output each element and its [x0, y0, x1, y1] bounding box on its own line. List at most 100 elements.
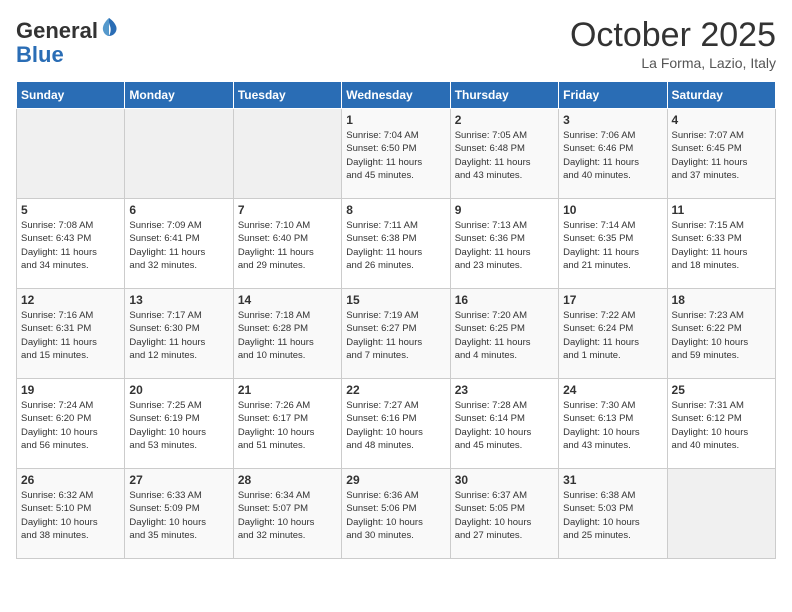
calendar-cell: 5 Sunrise: 7:08 AM Sunset: 6:43 PM Daylig… [17, 199, 125, 289]
calendar-week-row: 12 Sunrise: 7:16 AM Sunset: 6:31 PM Dayli… [17, 289, 776, 379]
month-title: October 2025 [570, 16, 776, 55]
day-info: Sunrise: 6:38 AM Sunset: 5:03 PM Dayligh… [563, 489, 662, 542]
day-info: Sunrise: 7:11 AM Sunset: 6:38 PM Dayligh… [346, 219, 445, 272]
weekday-header-monday: Monday [125, 82, 233, 109]
day-info: Sunrise: 7:05 AM Sunset: 6:48 PM Dayligh… [455, 129, 554, 182]
day-info: Sunrise: 7:26 AM Sunset: 6:17 PM Dayligh… [238, 399, 337, 452]
day-info: Sunrise: 7:31 AM Sunset: 6:12 PM Dayligh… [672, 399, 771, 452]
calendar-cell: 27Sunrise: 6:33 AM Sunset: 5:09 PM Dayli… [125, 469, 233, 559]
location: La Forma, Lazio, Italy [570, 55, 776, 71]
day-number: 15 [346, 293, 445, 307]
day-number: 3 [563, 113, 662, 127]
day-info: Sunrise: 7:18 AM Sunset: 6:28 PM Dayligh… [238, 309, 337, 362]
day-info: Sunrise: 7:23 AM Sunset: 6:22 PM Dayligh… [672, 309, 771, 362]
calendar-cell [125, 109, 233, 199]
calendar-cell: 15 Sunrise: 7:19 AM Sunset: 6:27 PM Dayli… [342, 289, 450, 379]
calendar-cell: 26 Sunrise: 6:32 AM Sunset: 5:10 PM Dayli… [17, 469, 125, 559]
day-number: 24 [563, 383, 662, 397]
day-number: 1 [346, 113, 445, 127]
day-info: Sunrise: 7:24 AM Sunset: 6:20 PM Dayligh… [21, 399, 120, 452]
logo: General Blue [16, 16, 118, 67]
weekday-header-wednesday: Wednesday [342, 82, 450, 109]
day-number: 27 [129, 473, 228, 487]
calendar-cell: 31 Sunrise: 6:38 AM Sunset: 5:03 PM Dayli… [559, 469, 667, 559]
calendar-cell: 30 Sunrise: 6:37 AM Sunset: 5:05 PM Dayli… [450, 469, 558, 559]
day-number: 22 [346, 383, 445, 397]
day-number: 8 [346, 203, 445, 217]
calendar-cell: 2 Sunrise: 7:05 AM Sunset: 6:48 PM Daylig… [450, 109, 558, 199]
weekday-header-tuesday: Tuesday [233, 82, 341, 109]
calendar-cell: 22 Sunrise: 7:27 AM Sunset: 6:16 PM Dayli… [342, 379, 450, 469]
calendar-cell: 3 Sunrise: 7:06 AM Sunset: 6:46 PM Daylig… [559, 109, 667, 199]
calendar-cell: 7Sunrise: 7:10 AM Sunset: 6:40 PM Daylig… [233, 199, 341, 289]
calendar-table: SundayMondayTuesdayWednesdayThursdayFrid… [16, 81, 776, 559]
day-number: 17 [563, 293, 662, 307]
calendar-cell [17, 109, 125, 199]
day-number: 6 [129, 203, 228, 217]
calendar-cell: 23Sunrise: 7:28 AM Sunset: 6:14 PM Dayli… [450, 379, 558, 469]
day-info: Sunrise: 7:16 AM Sunset: 6:31 PM Dayligh… [21, 309, 120, 362]
day-number: 10 [563, 203, 662, 217]
logo-bird-icon [100, 16, 118, 38]
title-block: October 2025 La Forma, Lazio, Italy [570, 16, 776, 71]
day-number: 18 [672, 293, 771, 307]
day-info: Sunrise: 7:10 AM Sunset: 6:40 PM Dayligh… [238, 219, 337, 272]
calendar-header-row: SundayMondayTuesdayWednesdayThursdayFrid… [17, 82, 776, 109]
day-number: 13 [129, 293, 228, 307]
calendar-cell: 6Sunrise: 7:09 AM Sunset: 6:41 PM Daylig… [125, 199, 233, 289]
calendar-cell: 25 Sunrise: 7:31 AM Sunset: 6:12 PM Dayli… [667, 379, 775, 469]
calendar-cell: 14 Sunrise: 7:18 AM Sunset: 6:28 PM Dayli… [233, 289, 341, 379]
calendar-cell: 1 Sunrise: 7:04 AM Sunset: 6:50 PM Daylig… [342, 109, 450, 199]
day-number: 2 [455, 113, 554, 127]
day-number: 29 [346, 473, 445, 487]
day-info: Sunrise: 7:27 AM Sunset: 6:16 PM Dayligh… [346, 399, 445, 452]
day-number: 31 [563, 473, 662, 487]
day-info: Sunrise: 7:13 AM Sunset: 6:36 PM Dayligh… [455, 219, 554, 272]
day-info: Sunrise: 7:22 AM Sunset: 6:24 PM Dayligh… [563, 309, 662, 362]
day-number: 23 [455, 383, 554, 397]
day-info: Sunrise: 7:17 AM Sunset: 6:30 PM Dayligh… [129, 309, 228, 362]
day-number: 12 [21, 293, 120, 307]
calendar-week-row: 5 Sunrise: 7:08 AM Sunset: 6:43 PM Daylig… [17, 199, 776, 289]
calendar-week-row: 26 Sunrise: 6:32 AM Sunset: 5:10 PM Dayli… [17, 469, 776, 559]
calendar-cell: 19Sunrise: 7:24 AM Sunset: 6:20 PM Dayli… [17, 379, 125, 469]
day-info: Sunrise: 7:19 AM Sunset: 6:27 PM Dayligh… [346, 309, 445, 362]
calendar-cell: 24Sunrise: 7:30 AM Sunset: 6:13 PM Dayli… [559, 379, 667, 469]
page-header: General Blue October 2025 La Forma, Lazi… [16, 16, 776, 71]
calendar-cell: 16 Sunrise: 7:20 AM Sunset: 6:25 PM Dayli… [450, 289, 558, 379]
calendar-cell: 11Sunrise: 7:15 AM Sunset: 6:33 PM Dayli… [667, 199, 775, 289]
day-number: 26 [21, 473, 120, 487]
calendar-cell: 8 Sunrise: 7:11 AM Sunset: 6:38 PM Daylig… [342, 199, 450, 289]
logo-blue: Blue [16, 42, 64, 67]
day-number: 20 [129, 383, 228, 397]
day-info: Sunrise: 7:08 AM Sunset: 6:43 PM Dayligh… [21, 219, 120, 272]
day-number: 25 [672, 383, 771, 397]
day-info: Sunrise: 6:32 AM Sunset: 5:10 PM Dayligh… [21, 489, 120, 542]
day-number: 4 [672, 113, 771, 127]
day-info: Sunrise: 7:20 AM Sunset: 6:25 PM Dayligh… [455, 309, 554, 362]
logo-general: General [16, 18, 98, 43]
calendar-week-row: 19Sunrise: 7:24 AM Sunset: 6:20 PM Dayli… [17, 379, 776, 469]
day-info: Sunrise: 6:34 AM Sunset: 5:07 PM Dayligh… [238, 489, 337, 542]
calendar-cell [667, 469, 775, 559]
calendar-cell: 17 Sunrise: 7:22 AM Sunset: 6:24 PM Dayli… [559, 289, 667, 379]
day-number: 5 [21, 203, 120, 217]
day-info: Sunrise: 6:37 AM Sunset: 5:05 PM Dayligh… [455, 489, 554, 542]
calendar-cell: 28Sunrise: 6:34 AM Sunset: 5:07 PM Dayli… [233, 469, 341, 559]
calendar-cell: 20 Sunrise: 7:25 AM Sunset: 6:19 PM Dayli… [125, 379, 233, 469]
day-number: 9 [455, 203, 554, 217]
day-number: 11 [672, 203, 771, 217]
calendar-cell: 13 Sunrise: 7:17 AM Sunset: 6:30 PM Dayli… [125, 289, 233, 379]
day-info: Sunrise: 7:06 AM Sunset: 6:46 PM Dayligh… [563, 129, 662, 182]
day-number: 21 [238, 383, 337, 397]
calendar-cell [233, 109, 341, 199]
day-number: 30 [455, 473, 554, 487]
day-info: Sunrise: 7:04 AM Sunset: 6:50 PM Dayligh… [346, 129, 445, 182]
day-number: 14 [238, 293, 337, 307]
weekday-header-saturday: Saturday [667, 82, 775, 109]
day-info: Sunrise: 7:25 AM Sunset: 6:19 PM Dayligh… [129, 399, 228, 452]
calendar-cell: 10Sunrise: 7:14 AM Sunset: 6:35 PM Dayli… [559, 199, 667, 289]
day-number: 16 [455, 293, 554, 307]
calendar-cell: 9 Sunrise: 7:13 AM Sunset: 6:36 PM Daylig… [450, 199, 558, 289]
weekday-header-friday: Friday [559, 82, 667, 109]
